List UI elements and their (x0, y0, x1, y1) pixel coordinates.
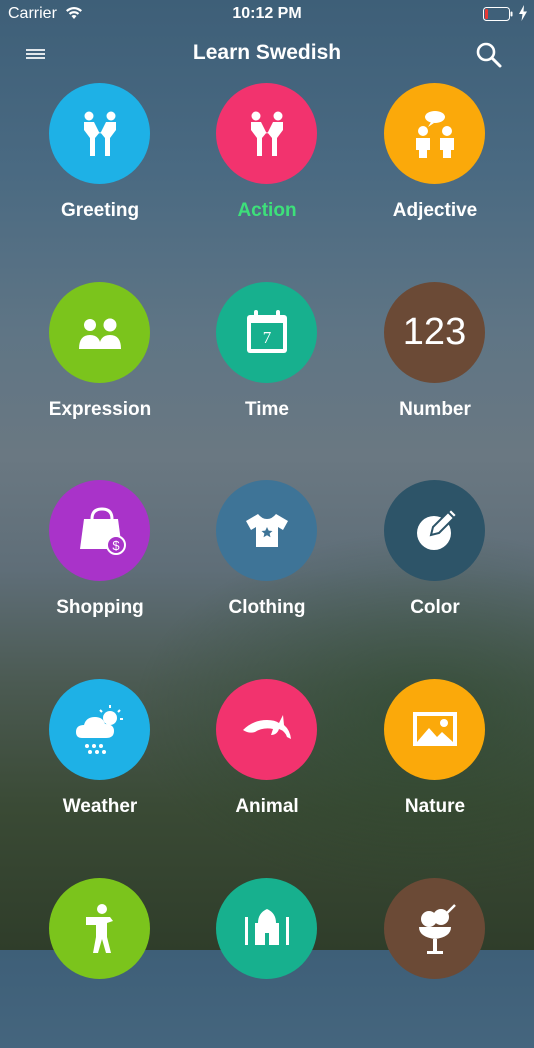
ice-cream-icon (407, 901, 463, 957)
category-label: Time (244, 399, 289, 420)
landscape-picture-icon (407, 702, 463, 758)
category-tile[interactable]: Clothing (183, 480, 351, 650)
shopping-bag-icon: $ (72, 503, 128, 559)
category-icon-circle: $ (49, 480, 150, 581)
category-label: Nature (404, 796, 466, 817)
category-icon-circle (384, 480, 485, 581)
category-tile[interactable]: Nature (351, 679, 519, 849)
category-icon-circle (384, 83, 485, 184)
numbers-icon: 123 (402, 311, 467, 353)
category-label: Animal (235, 796, 299, 817)
taj-mahal-icon (239, 901, 295, 957)
dolphin-icon (239, 702, 295, 758)
palette-pencil-icon (407, 503, 463, 559)
category-tile[interactable]: $ Shopping (16, 480, 184, 650)
shirt-icon (239, 503, 295, 559)
people-pair-icon (72, 305, 128, 361)
category-tile[interactable]: Action (183, 83, 351, 253)
category-tile[interactable]: Adjective (351, 83, 519, 253)
category-label: Greeting (60, 200, 140, 221)
category-icon-circle (216, 480, 317, 581)
category-icon-circle (49, 83, 150, 184)
calendar-icon: 7 (239, 305, 295, 361)
category-tile[interactable] (351, 878, 519, 1048)
cloud-snow-icon (72, 702, 128, 758)
category-tile[interactable]: Color (351, 480, 519, 650)
category-tile[interactable] (16, 878, 184, 1048)
category-icon-circle (216, 878, 317, 979)
category-icon-circle (384, 878, 485, 979)
category-label: Action (237, 200, 297, 221)
category-label: Color (410, 597, 460, 618)
people-talking-icon (407, 106, 463, 162)
category-tile[interactable]: Weather (16, 679, 184, 849)
category-tile[interactable]: 7 Time (183, 282, 351, 452)
category-tile[interactable]: Expression (16, 282, 184, 452)
category-label: Number (399, 399, 471, 420)
svg-text:$: $ (112, 538, 120, 553)
category-icon-circle (216, 83, 317, 184)
category-icon-circle (49, 679, 150, 780)
category-tile[interactable]: Animal (183, 679, 351, 849)
category-icon-circle (384, 679, 485, 780)
category-icon-circle: 7 (216, 282, 317, 383)
category-icon-circle (216, 679, 317, 780)
category-tile[interactable]: Greeting (16, 83, 184, 253)
category-tile[interactable] (183, 878, 351, 1048)
category-tile[interactable]: 123 Number (351, 282, 519, 452)
category-grid: Greeting Action Adjective Expression 7 Time 12… (0, 0, 534, 979)
category-label: Weather (62, 796, 138, 817)
category-label: Adjective (392, 200, 478, 221)
calendar-day-number: 7 (262, 328, 271, 347)
category-label: Clothing (228, 597, 306, 618)
category-icon-circle (49, 282, 150, 383)
category-label: Expression (48, 399, 152, 420)
person-bending-icon (72, 901, 128, 957)
handshake-icon (239, 106, 295, 162)
category-icon-circle: 123 (384, 282, 485, 383)
category-icon-circle (49, 878, 150, 979)
category-label: Shopping (56, 597, 144, 618)
handshake-icon (72, 106, 128, 162)
